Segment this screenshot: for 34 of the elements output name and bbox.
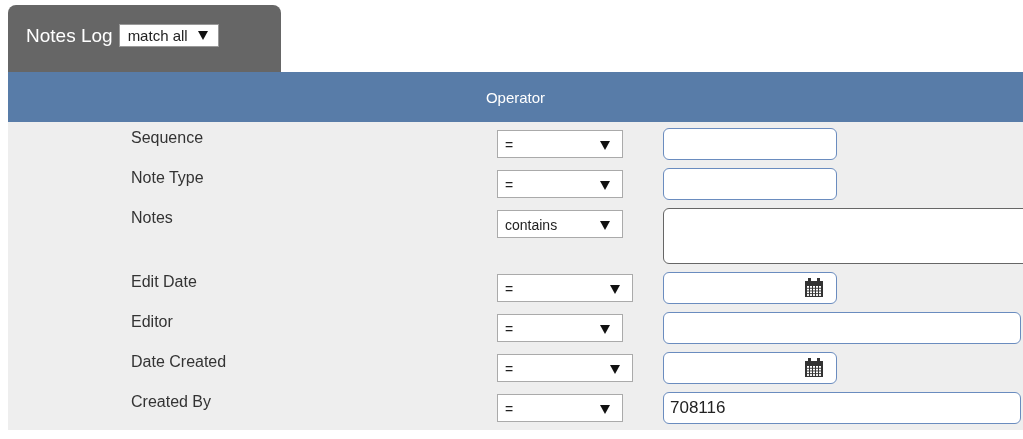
field-label: Editor bbox=[131, 312, 174, 331]
caret-icon bbox=[610, 364, 620, 374]
text-field[interactable]: 708116 bbox=[663, 392, 1021, 424]
caret-icon bbox=[610, 284, 620, 294]
text-field[interactable] bbox=[663, 128, 837, 160]
panel-title: Notes Log bbox=[26, 24, 113, 47]
field-label: Created By bbox=[131, 392, 213, 411]
date-field[interactable] bbox=[663, 272, 837, 304]
text-field[interactable] bbox=[663, 168, 837, 200]
operator-dropdown[interactable]: = bbox=[497, 170, 623, 198]
field-label: Notes bbox=[131, 208, 174, 227]
header-title: Operator bbox=[485, 88, 546, 106]
caret-icon bbox=[600, 140, 610, 150]
field-label: Note Type bbox=[131, 168, 205, 187]
caret-icon bbox=[600, 180, 610, 190]
operator-dropdown[interactable]: = bbox=[497, 314, 623, 342]
operator-dropdown[interactable]: contains bbox=[497, 210, 623, 238]
match-dropdown[interactable]: match all bbox=[118, 24, 219, 47]
date-field[interactable] bbox=[663, 352, 837, 384]
caret-icon bbox=[197, 31, 208, 40]
caret-icon bbox=[600, 220, 610, 230]
field-label: Edit Date bbox=[131, 272, 198, 291]
operator-dropdown[interactable]: = bbox=[497, 394, 623, 422]
text-field[interactable] bbox=[663, 312, 1021, 344]
operator-dropdown[interactable]: = bbox=[497, 130, 623, 158]
operator-dropdown[interactable]: = bbox=[497, 354, 633, 382]
field-label: Sequence bbox=[131, 128, 205, 147]
field-label: Date Created bbox=[131, 352, 228, 371]
notes-textarea[interactable] bbox=[663, 208, 1023, 264]
operator-dropdown[interactable]: = bbox=[497, 274, 633, 302]
calendar-icon bbox=[804, 358, 824, 378]
caret-icon bbox=[600, 324, 610, 334]
caret-icon bbox=[600, 404, 610, 414]
calendar-icon bbox=[804, 278, 824, 298]
